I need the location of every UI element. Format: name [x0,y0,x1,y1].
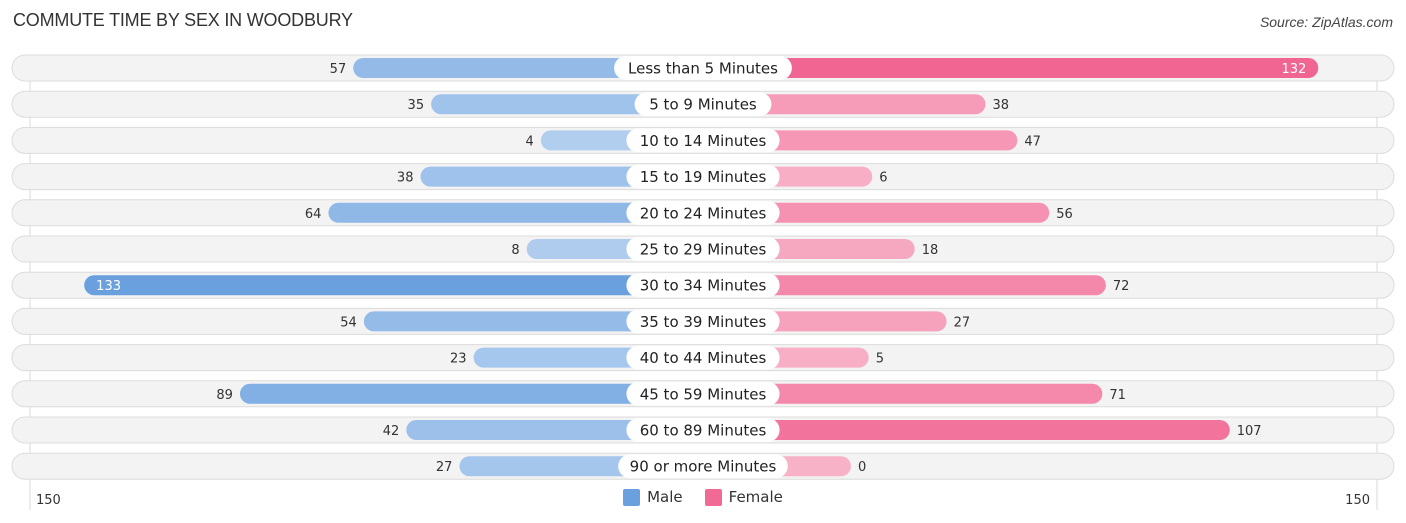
value-label-male: 35 [408,98,425,113]
value-label-female: 72 [1113,279,1130,294]
chart-row: 38 6 15 to 19 Minutes [11,163,1395,191]
value-label-female: 0 [858,460,866,475]
value-label-female: 27 [954,315,971,330]
category-label: 5 to 9 Minutes [649,96,757,114]
category-label: 15 to 19 Minutes [640,168,767,186]
bar-male[interactable] [84,275,704,296]
chart-row: 57 132 Less than 5 Minutes [11,54,1395,82]
chart-row: 8 18 25 to 29 Minutes [11,235,1395,263]
category-label: 90 or more Minutes [630,458,777,476]
bar-female[interactable] [703,58,1319,78]
value-label-female: 18 [922,243,939,258]
value-label-female: 5 [876,352,884,367]
value-label-male: 89 [216,388,233,403]
chart-row: 23 5 40 to 44 Minutes [11,344,1395,372]
category-label: 60 to 89 Minutes [640,422,767,440]
chart-row: 35 38 5 to 9 Minutes [11,90,1395,118]
chart-row: 64 56 20 to 24 Minutes [11,199,1395,227]
value-label-male: 133 [96,279,121,294]
chart-area: 57 132 Less than 5 Minutes 35 38 5 to 9 Minut… [11,54,1395,510]
legend-swatch-female [704,488,722,506]
value-label-male: 42 [383,424,400,439]
value-label-female: 6 [879,171,887,186]
value-label-male: 4 [526,134,534,149]
value-label-male: 57 [330,62,347,77]
legend-item-female[interactable]: Female [704,488,783,506]
bar-female[interactable] [703,420,1230,440]
value-label-female: 71 [1109,388,1126,403]
category-label: 10 to 14 Minutes [640,132,767,150]
legend-label-male: Male [647,488,683,506]
value-label-male: 23 [450,352,467,367]
category-label: 40 to 44 Minutes [640,349,767,367]
chart-row: 89 71 45 to 59 Minutes [11,380,1395,408]
value-label-male: 64 [305,207,322,222]
value-label-female: 38 [993,98,1010,113]
chart-row: 27 0 90 or more Minutes [11,452,1395,480]
value-label-male: 54 [340,315,357,330]
category-label: 30 to 34 Minutes [640,277,767,295]
category-label: Less than 5 Minutes [628,60,778,78]
value-label-male: 27 [436,460,453,475]
value-label-female: 47 [1024,134,1041,149]
chart-row: 133 72 30 to 34 Minutes [11,271,1395,299]
legend-item-male[interactable]: Male [623,488,683,506]
category-label: 45 to 59 Minutes [640,385,767,403]
value-label-male: 8 [511,243,519,258]
category-label: 35 to 39 Minutes [640,313,767,331]
category-label: 25 to 29 Minutes [640,241,767,259]
legend-swatch-male [623,488,641,506]
value-label-male: 38 [397,171,414,186]
value-label-female: 56 [1056,207,1073,222]
chart-row: 4 47 10 to 14 Minutes [11,126,1395,154]
value-label-female: 132 [1281,62,1306,77]
legend: Male Female [0,488,1406,506]
chart-row: 42 107 60 to 89 Minutes [11,416,1395,444]
value-label-female: 107 [1237,424,1262,439]
legend-label-female: Female [728,488,783,506]
chart-row: 54 27 35 to 39 Minutes [11,307,1395,335]
category-label: 20 to 24 Minutes [640,204,767,222]
